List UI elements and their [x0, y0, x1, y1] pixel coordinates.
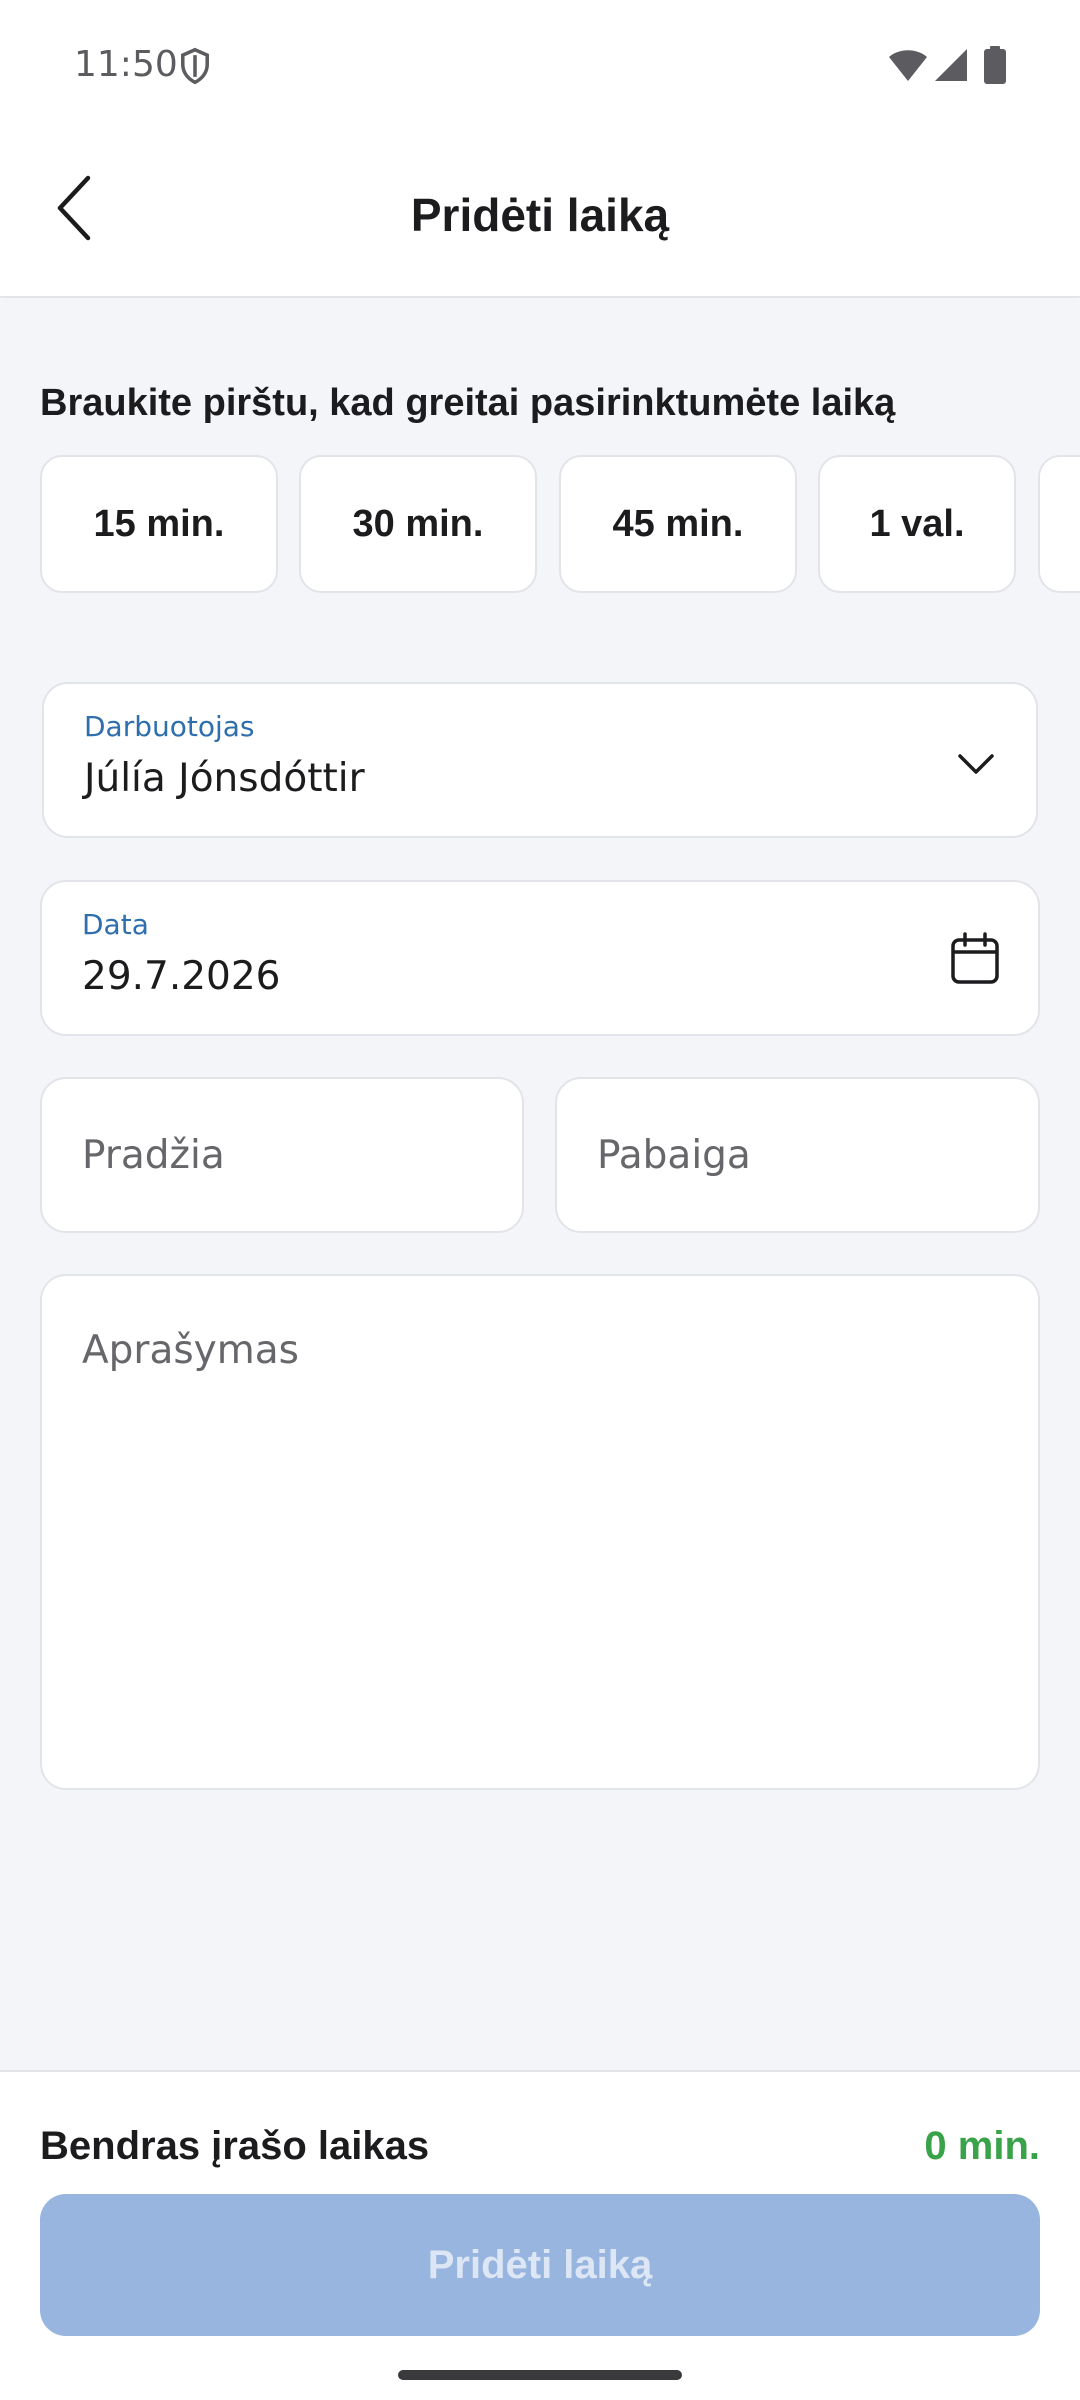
- employee-label: Darbuotojas: [84, 710, 255, 743]
- chip-1-hour[interactable]: 1 val.: [818, 455, 1016, 593]
- chip-45-min[interactable]: 45 min.: [559, 455, 797, 593]
- shield-icon: [181, 47, 209, 85]
- top-app-bar: Pridėti laiką: [0, 130, 1080, 297]
- chip-partial[interactable]: [1038, 455, 1080, 593]
- start-time-field[interactable]: Pradžia: [40, 1077, 524, 1233]
- footer-bar: Bendras įrašo laikas 0 min. Pridėti laik…: [0, 2070, 1080, 2400]
- end-time-placeholder: Pabaiga: [597, 1133, 751, 1178]
- status-bar: 11:50: [0, 0, 1080, 130]
- chevron-down-icon: [958, 754, 994, 774]
- employee-value: Júlía Jónsdóttir: [84, 756, 365, 801]
- page-title: Pridėti laiką: [410, 189, 670, 241]
- battery-icon: [984, 46, 1006, 84]
- home-indicator[interactable]: [398, 2370, 682, 2380]
- status-time: 11:50: [74, 44, 178, 85]
- time-entry-form: Darbuotojas Júlía Jónsdóttir Data 29.7.2…: [0, 636, 1080, 2070]
- total-time-label: Bendras įrašo laikas: [40, 2124, 430, 2168]
- date-label: Data: [82, 908, 149, 941]
- calendar-icon[interactable]: [950, 932, 1000, 986]
- quick-time-section: Braukite pirštu, kad greitai pasirinktum…: [0, 298, 1080, 620]
- date-field[interactable]: Data 29.7.2026: [40, 880, 1040, 1036]
- start-time-placeholder: Pradžia: [82, 1133, 225, 1178]
- chip-30-min[interactable]: 30 min.: [299, 455, 537, 593]
- employee-select[interactable]: Darbuotojas Júlía Jónsdóttir: [42, 682, 1038, 838]
- total-time-value: 0 min.: [924, 2124, 1040, 2168]
- app-root: 11:50 Pridėti laiką Braukite pirštu, kad…: [0, 0, 1080, 2400]
- quick-time-hint: Braukite pirštu, kad greitai pasirinktum…: [40, 382, 896, 424]
- chip-15-min[interactable]: 15 min.: [40, 455, 278, 593]
- description-placeholder: Aprašymas: [82, 1328, 299, 1373]
- add-time-button[interactable]: Pridėti laiką: [40, 2194, 1040, 2336]
- quick-time-chips[interactable]: 15 min. 30 min. 45 min. 1 val.: [40, 455, 1080, 597]
- description-textarea[interactable]: Aprašymas: [40, 1274, 1040, 1790]
- end-time-field[interactable]: Pabaiga: [555, 1077, 1040, 1233]
- signal-icon: [935, 49, 967, 81]
- wifi-icon: [889, 50, 927, 81]
- date-value: 29.7.2026: [82, 954, 281, 999]
